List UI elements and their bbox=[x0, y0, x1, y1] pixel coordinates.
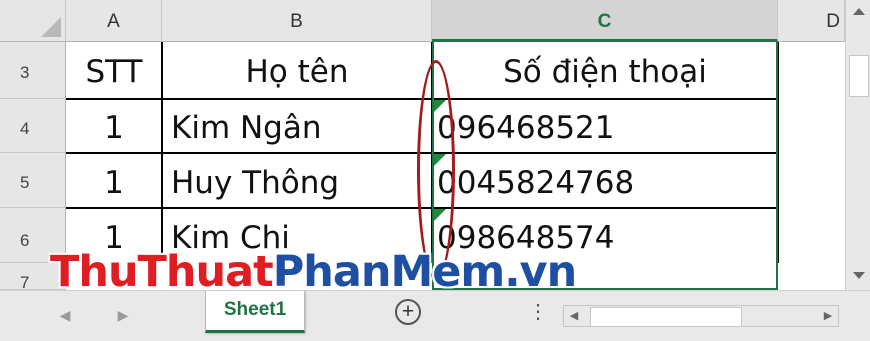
sheet-tab-sheet1[interactable]: Sheet1 bbox=[205, 291, 305, 333]
scroll-up-icon[interactable] bbox=[853, 8, 865, 15]
sheet-prev-icon[interactable]: ◀ bbox=[55, 305, 75, 325]
watermark-logo: ThuThuatPhanMem.vn bbox=[50, 250, 577, 294]
column-header-a[interactable]: A bbox=[66, 0, 162, 42]
add-sheet-icon[interactable]: + bbox=[395, 299, 421, 325]
sheet-tab-bar: ◀ ▶ Sheet1 + ⋮ ◀ ▶ bbox=[0, 290, 870, 341]
scroll-down-icon[interactable] bbox=[853, 272, 865, 279]
vertical-scrollbar[interactable] bbox=[845, 0, 870, 290]
column-header-b[interactable]: B bbox=[162, 0, 432, 42]
select-all-corner-icon[interactable] bbox=[0, 0, 66, 42]
horizontal-scroll-thumb[interactable] bbox=[590, 307, 742, 327]
cell-a4[interactable]: 1 bbox=[66, 100, 162, 152]
cell-a3[interactable]: STT bbox=[66, 42, 162, 98]
tab-split-icon[interactable]: ⋮ bbox=[528, 299, 548, 325]
scroll-right-icon[interactable]: ▶ bbox=[820, 308, 836, 324]
cell-b4[interactable]: Kim Ngân bbox=[163, 100, 431, 152]
column-header-c[interactable]: C bbox=[432, 0, 778, 42]
row-header-3[interactable]: 3 bbox=[0, 42, 66, 99]
cell-b3[interactable]: Họ tên bbox=[163, 42, 431, 98]
row-header-5[interactable]: 5 bbox=[0, 153, 66, 208]
vertical-scroll-thumb[interactable] bbox=[849, 55, 869, 97]
cell-b5[interactable]: Huy Thông bbox=[163, 154, 431, 207]
column-header-d[interactable]: D bbox=[778, 0, 845, 42]
sheet-next-icon[interactable]: ▶ bbox=[113, 305, 133, 325]
cell-a5[interactable]: 1 bbox=[66, 154, 162, 207]
scroll-left-icon[interactable]: ◀ bbox=[566, 308, 582, 324]
row-header-4[interactable]: 4 bbox=[0, 99, 66, 153]
horizontal-scrollbar[interactable]: ◀ ▶ bbox=[563, 305, 839, 327]
